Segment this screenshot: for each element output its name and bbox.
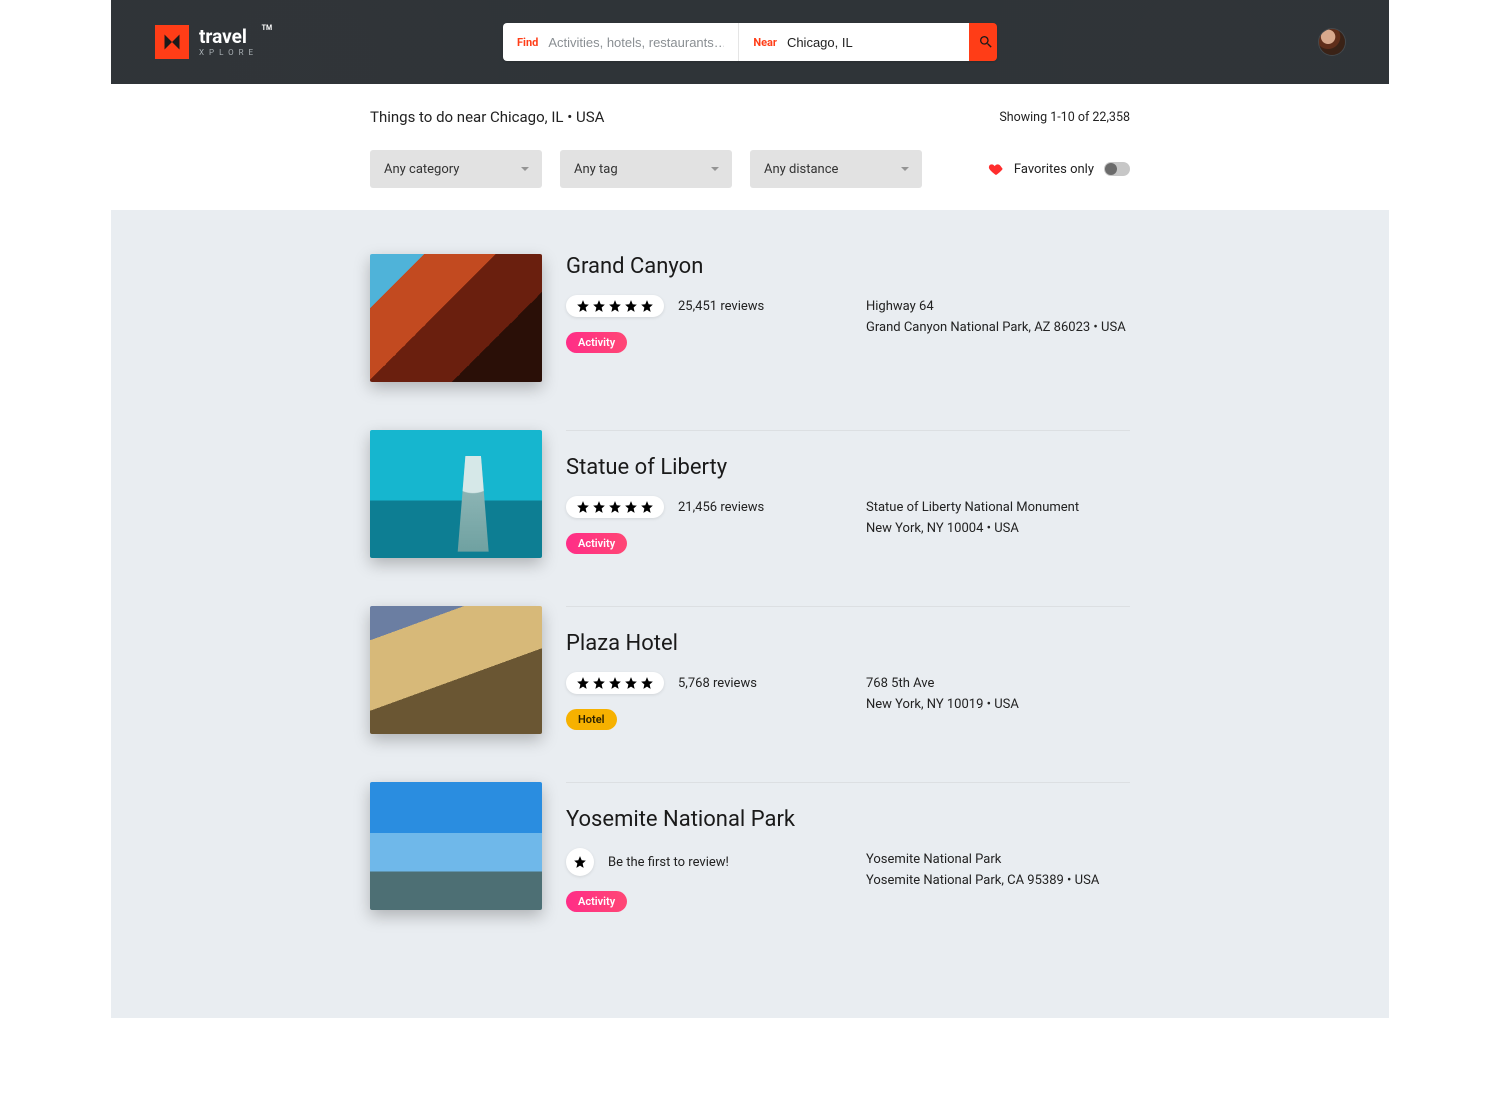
result-tag[interactable]: Activity bbox=[566, 332, 627, 353]
result-card[interactable]: Yosemite National Park Be the first to r… bbox=[370, 782, 1130, 934]
filter-tag[interactable]: Any tag bbox=[560, 150, 732, 188]
result-title[interactable]: Grand Canyon bbox=[566, 254, 826, 279]
review-count: 25,451 reviews bbox=[678, 299, 764, 314]
favorites-toggle[interactable] bbox=[1104, 162, 1130, 176]
review-count: 5,768 reviews bbox=[678, 676, 757, 691]
chevron-down-icon bbox=[710, 164, 720, 174]
search-icon bbox=[978, 34, 994, 50]
page-title: Things to do near Chicago, IL • USA bbox=[370, 108, 604, 126]
search-find-label: Find bbox=[517, 36, 538, 49]
result-title[interactable]: Statue of Liberty bbox=[566, 455, 826, 480]
result-address: 768 5th Ave New York, NY 10019 • USA bbox=[866, 673, 1019, 716]
result-thumbnail[interactable] bbox=[370, 782, 542, 910]
review-count: 21,456 reviews bbox=[678, 500, 764, 515]
results-count: Showing 1-10 of 22,358 bbox=[999, 110, 1130, 125]
search-find-input[interactable] bbox=[548, 35, 724, 50]
rating-pill bbox=[566, 672, 664, 694]
result-title[interactable]: Plaza Hotel bbox=[566, 631, 826, 656]
favorites-label: Favorites only bbox=[1014, 162, 1094, 177]
star-icon bbox=[608, 500, 622, 514]
star-icon bbox=[608, 299, 622, 313]
result-address: Highway 64 Grand Canyon National Park, A… bbox=[866, 296, 1126, 339]
rating-empty bbox=[566, 848, 594, 876]
results-list: Grand Canyon 25,451 reviews Activity Hig… bbox=[111, 210, 1389, 1018]
result-tag[interactable]: Activity bbox=[566, 533, 627, 554]
heart-icon bbox=[988, 161, 1004, 177]
filter-category-label: Any category bbox=[384, 162, 459, 177]
star-icon bbox=[624, 676, 638, 690]
star-icon bbox=[576, 299, 590, 313]
star-outline-icon bbox=[573, 855, 587, 869]
chevron-down-icon bbox=[520, 164, 530, 174]
review-prompt[interactable]: Be the first to review! bbox=[608, 855, 729, 870]
result-thumbnail[interactable] bbox=[370, 606, 542, 734]
filter-tag-label: Any tag bbox=[574, 162, 618, 177]
logo-mark-icon bbox=[155, 25, 189, 59]
filter-category[interactable]: Any category bbox=[370, 150, 542, 188]
star-icon bbox=[608, 676, 622, 690]
star-icon bbox=[592, 676, 606, 690]
result-title[interactable]: Yosemite National Park bbox=[566, 807, 826, 832]
star-icon bbox=[624, 500, 638, 514]
star-icon bbox=[592, 299, 606, 313]
result-thumbnail[interactable] bbox=[370, 254, 542, 382]
search-near-label: Near bbox=[753, 36, 777, 49]
star-icon bbox=[640, 500, 654, 514]
star-icon bbox=[576, 676, 590, 690]
user-avatar[interactable] bbox=[1319, 29, 1345, 55]
search-near-input[interactable] bbox=[787, 35, 963, 50]
logo[interactable]: travel TM XPLORE bbox=[155, 25, 258, 59]
search-button[interactable] bbox=[969, 23, 997, 61]
search-find-segment[interactable]: Find bbox=[503, 23, 739, 61]
header: travel TM XPLORE Find Near bbox=[111, 0, 1389, 84]
rating-pill bbox=[566, 496, 664, 518]
result-address: Statue of Liberty National Monument New … bbox=[866, 497, 1079, 540]
search-near-segment[interactable]: Near bbox=[739, 23, 969, 61]
result-tag[interactable]: Activity bbox=[566, 891, 627, 912]
subheader: Things to do near Chicago, IL • USA Show… bbox=[111, 84, 1389, 210]
star-icon bbox=[640, 299, 654, 313]
result-card[interactable]: Grand Canyon 25,451 reviews Activity Hig… bbox=[370, 254, 1130, 406]
result-thumbnail[interactable] bbox=[370, 430, 542, 558]
result-tag[interactable]: Hotel bbox=[566, 709, 617, 730]
result-card[interactable]: Statue of Liberty 21,456 reviews Activit… bbox=[370, 430, 1130, 582]
result-card[interactable]: Plaza Hotel 5,768 reviews Hotel 768 5th … bbox=[370, 606, 1130, 758]
filter-distance[interactable]: Any distance bbox=[750, 150, 922, 188]
star-icon bbox=[640, 676, 654, 690]
rating-pill bbox=[566, 295, 664, 317]
logo-text: travel TM XPLORE bbox=[199, 27, 258, 57]
filter-distance-label: Any distance bbox=[764, 162, 838, 177]
search-bar: Find Near bbox=[503, 23, 997, 61]
star-icon bbox=[624, 299, 638, 313]
star-icon bbox=[592, 500, 606, 514]
result-address: Yosemite National Park Yosemite National… bbox=[866, 849, 1099, 892]
chevron-down-icon bbox=[900, 164, 910, 174]
star-icon bbox=[576, 500, 590, 514]
